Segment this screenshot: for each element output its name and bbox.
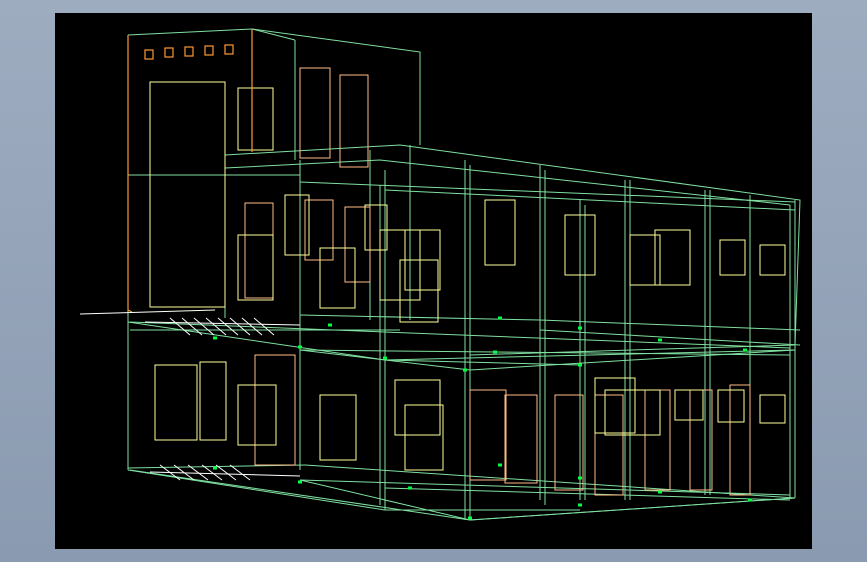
window-frame <box>149 81 226 308</box>
door-frame <box>244 202 274 299</box>
beam-line <box>299 314 541 321</box>
door-frame <box>299 67 331 159</box>
vent-opening <box>224 44 234 55</box>
node-marker <box>748 498 752 502</box>
window-frame <box>364 204 388 251</box>
window-frame <box>237 384 277 446</box>
window-frame <box>394 379 441 436</box>
door-frame <box>644 389 671 491</box>
wireframe-drawing <box>79 28 801 521</box>
node-marker <box>213 336 217 340</box>
window-frame <box>674 389 704 421</box>
window-frame <box>484 199 516 266</box>
ground-hatch <box>205 317 227 336</box>
depth-line <box>127 321 386 361</box>
node-marker <box>383 356 387 360</box>
tower-accent <box>127 35 133 313</box>
node-marker <box>408 486 412 490</box>
window-frame <box>237 87 274 151</box>
vent-opening <box>184 46 194 57</box>
vent-opening <box>204 45 214 56</box>
ground-floor-line <box>129 469 471 521</box>
cad-viewport[interactable] <box>55 13 812 549</box>
beam-line <box>299 181 796 203</box>
node-marker <box>468 516 472 520</box>
node-marker <box>578 503 582 507</box>
ground-hatch <box>181 317 203 336</box>
window-frame <box>319 394 357 461</box>
window-frame <box>404 404 444 471</box>
tower-roof-line <box>127 28 421 145</box>
door-frame <box>344 206 371 283</box>
node-marker <box>498 316 502 320</box>
window-frame <box>319 247 356 309</box>
node-marker <box>298 480 302 484</box>
door-frame <box>504 394 538 484</box>
depth-line <box>127 469 386 511</box>
node-marker <box>743 348 747 352</box>
node-marker <box>658 490 662 494</box>
beam-line <box>539 329 801 346</box>
ground-axis-line <box>79 309 216 315</box>
ground-hatch <box>253 317 275 336</box>
window-frame <box>604 389 661 436</box>
depth-line <box>384 359 581 366</box>
node-marker <box>578 326 582 330</box>
node-marker <box>578 476 582 480</box>
node-marker <box>328 323 332 327</box>
window-frame <box>759 244 786 276</box>
node-marker <box>213 466 217 470</box>
window-frame <box>199 361 227 441</box>
window-frame <box>717 389 745 423</box>
node-marker <box>298 345 302 349</box>
window-frame <box>237 234 274 301</box>
door-frame <box>554 394 584 491</box>
vent-opening <box>144 49 154 60</box>
node-marker <box>493 350 497 354</box>
node-marker <box>498 463 502 467</box>
node-marker <box>578 363 582 367</box>
ground-hatch <box>169 317 191 336</box>
door-frame <box>689 389 713 491</box>
door-frame <box>594 394 624 496</box>
window-frame <box>759 394 786 424</box>
window-frame <box>399 259 439 323</box>
depth-line <box>469 497 796 521</box>
window-frame <box>719 239 746 276</box>
vent-opening <box>164 47 174 58</box>
node-marker <box>658 338 662 342</box>
door-frame <box>254 354 296 466</box>
window-frame <box>154 364 198 441</box>
door-frame <box>339 74 369 168</box>
node-marker <box>463 368 467 372</box>
door-frame <box>729 384 751 496</box>
window-frame <box>594 377 636 434</box>
